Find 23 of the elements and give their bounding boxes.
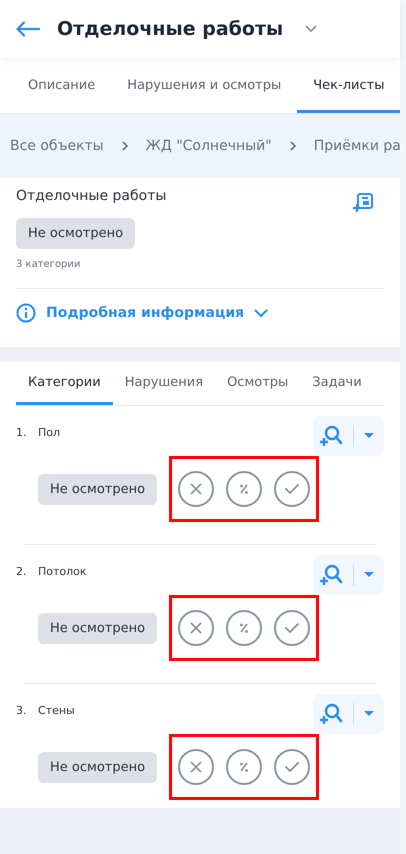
tab[interactable]: Задачи	[300, 362, 374, 405]
breadcrumb-link[interactable]: Приёмки ра	[314, 138, 400, 154]
category-name: Пол	[38, 425, 62, 439]
category-number: 3.	[16, 703, 28, 717]
category-number: 2.	[16, 564, 28, 578]
breadcrumb-link[interactable]: ЖД "Солнечный"	[146, 138, 272, 154]
tab[interactable]: Нарушения	[112, 362, 216, 405]
tab[interactable]: Описание	[12, 58, 112, 113]
tab[interactable]: Осмотры	[215, 362, 300, 405]
status-badge: Не осмотрено	[38, 752, 158, 782]
breadcrumb-link[interactable]: Все объекты	[10, 138, 104, 154]
category-name: Потолок	[38, 564, 88, 578]
details-toggle[interactable]: Подробная информация	[16, 289, 268, 323]
status-badge: Не осмотрено	[16, 218, 136, 249]
page-title: Отделочные работы	[57, 18, 284, 40]
category-number: 1.	[16, 425, 28, 439]
status-badge: Не осмотрено	[38, 474, 158, 504]
status-badge: Не осмотрено	[38, 612, 158, 644]
tab[interactable]: Нарушения и осмотры	[111, 58, 298, 113]
category-count: 3 категории	[16, 259, 80, 270]
category-name: Стены	[38, 703, 76, 717]
checklist-title: Отделочные работы	[16, 188, 166, 204]
tab[interactable]: Категории	[16, 362, 113, 405]
